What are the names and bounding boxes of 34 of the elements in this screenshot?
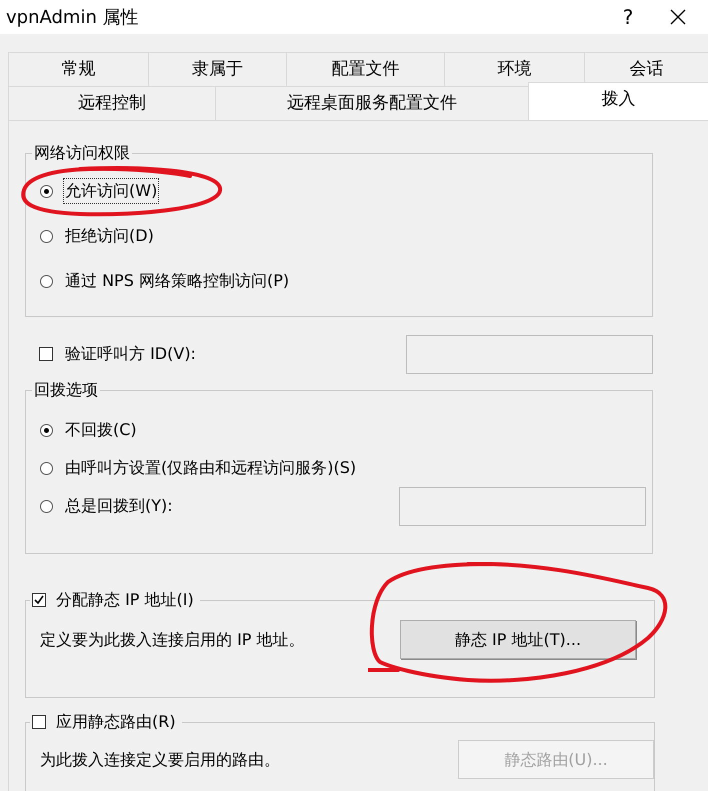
- tab[interactable]: 隶属于: [148, 52, 286, 86]
- help-button[interactable]: ?: [608, 2, 648, 32]
- group-title: 网络访问权限: [33, 142, 131, 164]
- radio-label[interactable]: 通过 NPS 网络策略控制访问(P): [63, 268, 292, 294]
- checkbox-label[interactable]: 验证呼叫方 ID(V):: [65, 342, 196, 366]
- tab[interactable]: 远程桌面服务配置文件: [215, 86, 528, 120]
- tab[interactable]: 配置文件: [286, 52, 444, 86]
- window-title: vpnAdmin 属性: [6, 6, 139, 30]
- radio-label[interactable]: 拒绝访问(D): [63, 223, 156, 249]
- radio-label[interactable]: 允许访问(W): [63, 178, 160, 204]
- close-icon: [670, 9, 686, 25]
- dialog-button[interactable]: 静态 IP 地址(T)...: [400, 620, 636, 659]
- checkbox[interactable]: [32, 715, 46, 729]
- radio-label[interactable]: 不回拨(C): [63, 417, 139, 443]
- checkbox[interactable]: [32, 593, 46, 607]
- checkbox[interactable]: [39, 347, 53, 361]
- group-title: 回拨选项: [33, 379, 99, 401]
- radio-label[interactable]: 总是回拨到(Y):: [63, 493, 175, 519]
- tab[interactable]: 常规: [8, 52, 148, 86]
- radio-button[interactable]: [40, 274, 53, 288]
- radio-label[interactable]: 由呼叫方设置(仅路由和远程访问服务)(S): [63, 455, 358, 481]
- description-text: 定义要为此拨入连接启用的 IP 地址。: [40, 628, 305, 650]
- radio-button[interactable]: [40, 462, 53, 474]
- tab[interactable]: 环境: [444, 52, 584, 86]
- radio-button[interactable]: [40, 424, 53, 436]
- checkbox-label[interactable]: 分配静态 IP 地址(I): [56, 588, 194, 612]
- tab[interactable]: 远程控制: [8, 86, 215, 120]
- radio-button[interactable]: [40, 230, 53, 242]
- radio-button[interactable]: [40, 500, 53, 512]
- check-icon: [34, 595, 44, 605]
- checkbox-label[interactable]: 应用静态路由(R): [56, 710, 176, 734]
- tab[interactable]: 拨入: [528, 82, 708, 120]
- description-text: 为此拨入连接定义要启用的路由。: [40, 748, 280, 770]
- radio-button[interactable]: [40, 184, 53, 198]
